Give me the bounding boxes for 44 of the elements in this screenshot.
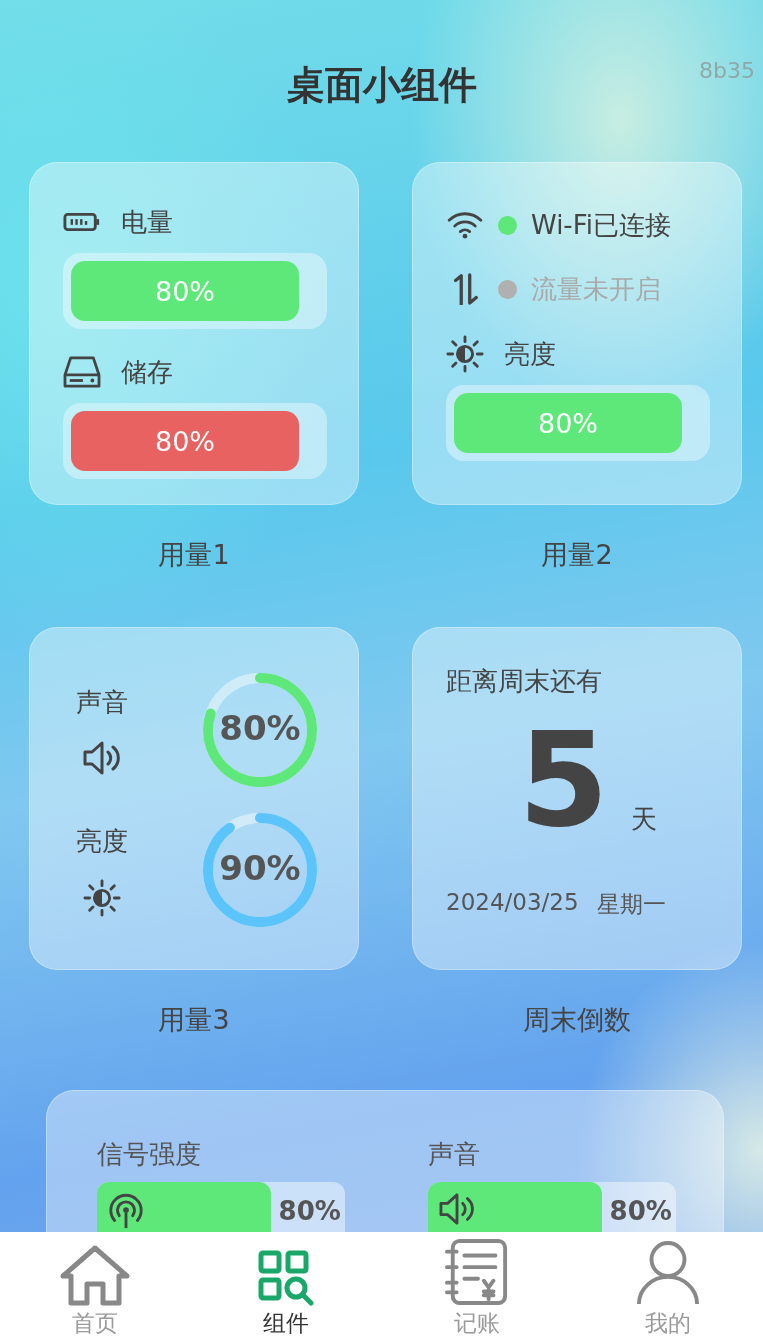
speaker-icon bbox=[438, 1192, 476, 1226]
brightness-icon bbox=[446, 335, 484, 373]
value-pill: 80% bbox=[71, 261, 299, 321]
wifi-icon bbox=[446, 211, 484, 239]
widget-label: 信号强度 bbox=[97, 1138, 202, 1171]
corner-code: 8b35 bbox=[699, 58, 755, 83]
signal-reading: 80% bbox=[609, 1196, 672, 1226]
grid-search-icon bbox=[258, 1250, 315, 1306]
days-count: 5 bbox=[518, 715, 609, 845]
gauge-reading: 80% bbox=[218, 708, 302, 748]
widget-label: 声音 bbox=[428, 1138, 481, 1171]
days-unit: 天 bbox=[630, 803, 657, 836]
notebook-icon bbox=[444, 1238, 509, 1306]
widget-label: 亮度 bbox=[76, 824, 128, 858]
countdown-title: 距离周末还有 bbox=[446, 665, 603, 698]
battery-icon bbox=[63, 210, 101, 234]
value-pill: 80% bbox=[454, 393, 682, 453]
date-text: 2024/03/25 bbox=[446, 889, 579, 917]
weekday-text: 星期一 bbox=[596, 890, 666, 919]
gauge-reading: 90% bbox=[218, 848, 302, 888]
usage-widget-card[interactable]: Wi-Fi已连接 流量未开启 亮度 80% bbox=[412, 162, 742, 505]
usage-widget-card[interactable]: 声音 80% 亮度 90% bbox=[29, 627, 359, 970]
antenna-icon bbox=[107, 1192, 145, 1230]
tab-item[interactable]: 组件 bbox=[190, 1232, 382, 1343]
hard-drive-icon bbox=[63, 355, 101, 389]
widget-label: 亮度 bbox=[504, 337, 556, 371]
home-icon bbox=[59, 1244, 132, 1306]
speaker-icon bbox=[82, 739, 122, 776]
connection-status: Wi-Fi已连接 bbox=[531, 208, 672, 242]
countdown-widget-card[interactable]: 距离周末还有 5 天 2024/03/25 星期一 bbox=[412, 627, 742, 970]
widget-caption: 用量3 bbox=[158, 1003, 230, 1037]
widget-caption: 用量1 bbox=[158, 538, 230, 572]
widget-caption: 周末倒数 bbox=[523, 1003, 631, 1037]
widget-label: 声音 bbox=[76, 685, 128, 719]
person-icon bbox=[635, 1240, 700, 1306]
usage-widget-card[interactable]: 电量 80% 储存 80% bbox=[29, 162, 359, 505]
widget-label: 电量 bbox=[121, 205, 173, 239]
signal-reading: 80% bbox=[278, 1196, 341, 1226]
brightness-icon bbox=[83, 878, 121, 917]
connection-status: 流量未开启 bbox=[531, 272, 661, 306]
widget-caption: 用量2 bbox=[541, 538, 613, 572]
page-title: 桌面小组件 bbox=[286, 62, 477, 108]
widget-label: 储存 bbox=[121, 355, 173, 389]
value-pill: 80% bbox=[71, 411, 299, 471]
